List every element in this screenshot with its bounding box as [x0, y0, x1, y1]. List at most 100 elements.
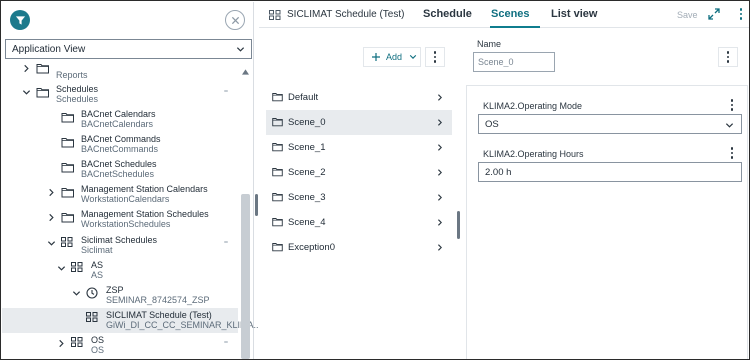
clear-filter-button[interactable] — [225, 10, 245, 30]
grid-icon — [71, 262, 85, 274]
scene-list-item-label: Scene_2 — [288, 167, 326, 178]
left-splitter-handle[interactable] — [255, 194, 258, 216]
chevron-right-icon[interactable] — [57, 339, 67, 349]
scene-list-item-label: Scene_4 — [288, 217, 326, 228]
tree-node-subtitle: Schedules — [56, 94, 99, 104]
tree-node[interactable]: Reports — [2, 58, 238, 83]
tree-node-subtitle: BACnetCalendars — [81, 119, 154, 129]
grid-icon — [86, 312, 100, 324]
operating-mode-label: KLIMA2.Operating Mode — [483, 101, 583, 111]
filter-icon — [15, 15, 25, 25]
tree-node[interactable]: BACnet Commands BACnetCommands — [2, 132, 238, 157]
kebab-icon — [737, 7, 745, 21]
tab-list-view[interactable]: List view — [551, 8, 597, 20]
tree-node-title: Management Station Calendars — [81, 184, 208, 194]
scene-list-item-label: Default — [288, 92, 319, 103]
view-selector-value: Application View — [12, 43, 86, 55]
tree-node[interactable]: Schedules Schedules — [2, 82, 238, 107]
chevron-right-icon — [436, 118, 444, 130]
grid-icon — [71, 337, 85, 349]
operating-mode-select[interactable]: OS — [478, 114, 742, 134]
scene-list-item[interactable]: Scene_0 — [266, 110, 452, 135]
scene-icon — [272, 142, 283, 155]
tree-node[interactable]: BACnet Schedules BACnetSchedules — [2, 157, 238, 182]
view-selector[interactable]: Application View — [5, 39, 252, 59]
scene-list-item[interactable]: Scene_1 — [266, 135, 452, 160]
chevron-right-icon — [436, 93, 444, 105]
chevron-right-icon — [436, 218, 444, 230]
chevron-down-icon — [725, 123, 734, 128]
scene-icon — [272, 92, 283, 105]
tree-node-subtitle: Siclimat — [81, 245, 113, 255]
tree-node-status-dot — [224, 241, 228, 243]
scene-list-item[interactable]: Scene_2 — [266, 160, 452, 185]
chevron-right-icon — [436, 193, 444, 205]
list-more-button[interactable] — [425, 47, 445, 67]
operating-mode-value: OS — [485, 119, 499, 130]
tree-node-title: ZSP — [106, 285, 124, 295]
scene-list-item[interactable]: Default — [266, 85, 452, 110]
tree-scrollbar[interactable] — [239, 62, 251, 359]
tree-node[interactable]: ZSP SEMINAR_8742574_ZSP — [2, 283, 238, 308]
operating-mode-more-button[interactable] — [728, 98, 736, 112]
grid-icon — [61, 237, 75, 249]
scene-list: Default Scene_0 Scene_1 Scene_2 Scene_3 Scene… — [266, 85, 452, 260]
app-window: Application View Reports Schedules Schedul… — [0, 0, 750, 360]
tree-node-title: Siclimat Schedules — [81, 235, 158, 245]
chevron-down-icon[interactable] — [22, 88, 32, 98]
tree-node[interactable]: Management Station Calendars WorkstationC… — [2, 182, 238, 207]
active-tab-indicator — [490, 26, 540, 28]
kebab-icon — [719, 48, 737, 66]
tree-node[interactable]: SICLIMAT Schedule (Test) GiWi_DI_CC_CC_SE… — [2, 308, 261, 333]
tree-node-title: OS — [91, 335, 105, 345]
tab-schedule[interactable]: Schedule — [423, 8, 472, 20]
middle-splitter-handle[interactable] — [457, 211, 460, 239]
scene-name-input[interactable] — [473, 52, 555, 72]
tab-scenes[interactable]: Scenes — [491, 8, 530, 20]
add-button[interactable]: Add — [363, 47, 421, 67]
object-title: SICLIMAT Schedule (Test) — [287, 9, 405, 20]
scene-icon — [272, 192, 283, 205]
tree-node-status-dot — [224, 341, 228, 343]
tree-node[interactable]: AS AS — [2, 258, 238, 283]
operating-hours-more-button[interactable] — [728, 146, 736, 160]
scene-list-item[interactable]: Exception0 — [266, 235, 452, 260]
tree-node[interactable]: Management Station Schedules WorkstationS… — [2, 207, 238, 232]
properties-box: KLIMA2.Operating Mode OS KLIMA2.Operatin… — [466, 85, 748, 359]
operating-hours-input[interactable]: 2.00 h — [478, 162, 742, 182]
tree-node[interactable]: BACnet Calendars BACnetCalendars — [2, 107, 238, 132]
tree-node[interactable]: OS OS — [2, 333, 238, 358]
kebab-icon — [728, 146, 736, 160]
chevron-right-icon — [436, 243, 444, 255]
folder-icon — [36, 86, 50, 98]
chevron-right-icon[interactable] — [47, 213, 57, 223]
scenes-list-panel: Add Default Scene_0 Scene_1 Scene_2 Scene_3 S… — [259, 29, 455, 359]
plus-icon — [372, 53, 380, 61]
filter-button[interactable] — [10, 10, 30, 30]
chevron-right-icon[interactable] — [47, 188, 57, 198]
chevron-down-icon — [409, 55, 417, 59]
scroll-up-icon[interactable] — [242, 69, 249, 75]
folder-icon — [61, 161, 75, 173]
tree-node-subtitle: AS — [91, 270, 104, 280]
tree-node-title: AS — [91, 260, 104, 270]
object-header: SICLIMAT Schedule (Test) Schedule Scenes… — [259, 2, 749, 28]
scene-details-panel: Name KLIMA2.Operating Mode OS KLIMA2.Ope… — [464, 29, 749, 359]
tree-node[interactable]: Siclimat Schedules Siclimat — [2, 233, 238, 258]
expand-icon[interactable] — [708, 8, 720, 20]
more-options-button[interactable] — [737, 7, 745, 21]
scene-list-item[interactable]: Scene_4 — [266, 210, 452, 235]
scene-list-item-label: Exception0 — [288, 242, 336, 253]
tree-node-subtitle: BACnetCommands — [81, 144, 159, 154]
kebab-icon — [426, 48, 444, 66]
operating-hours-value: 2.00 h — [485, 167, 512, 178]
details-more-button[interactable] — [718, 47, 738, 67]
scrollbar-thumb[interactable] — [241, 194, 250, 359]
chevron-down-icon[interactable] — [57, 264, 67, 274]
save-button[interactable]: Save — [677, 10, 698, 20]
scene-list-item[interactable]: Scene_3 — [266, 185, 452, 210]
chevron-right-icon[interactable] — [22, 64, 32, 74]
chevron-down-icon[interactable] — [47, 239, 57, 249]
close-icon — [231, 16, 239, 24]
chevron-down-icon[interactable] — [72, 289, 82, 299]
